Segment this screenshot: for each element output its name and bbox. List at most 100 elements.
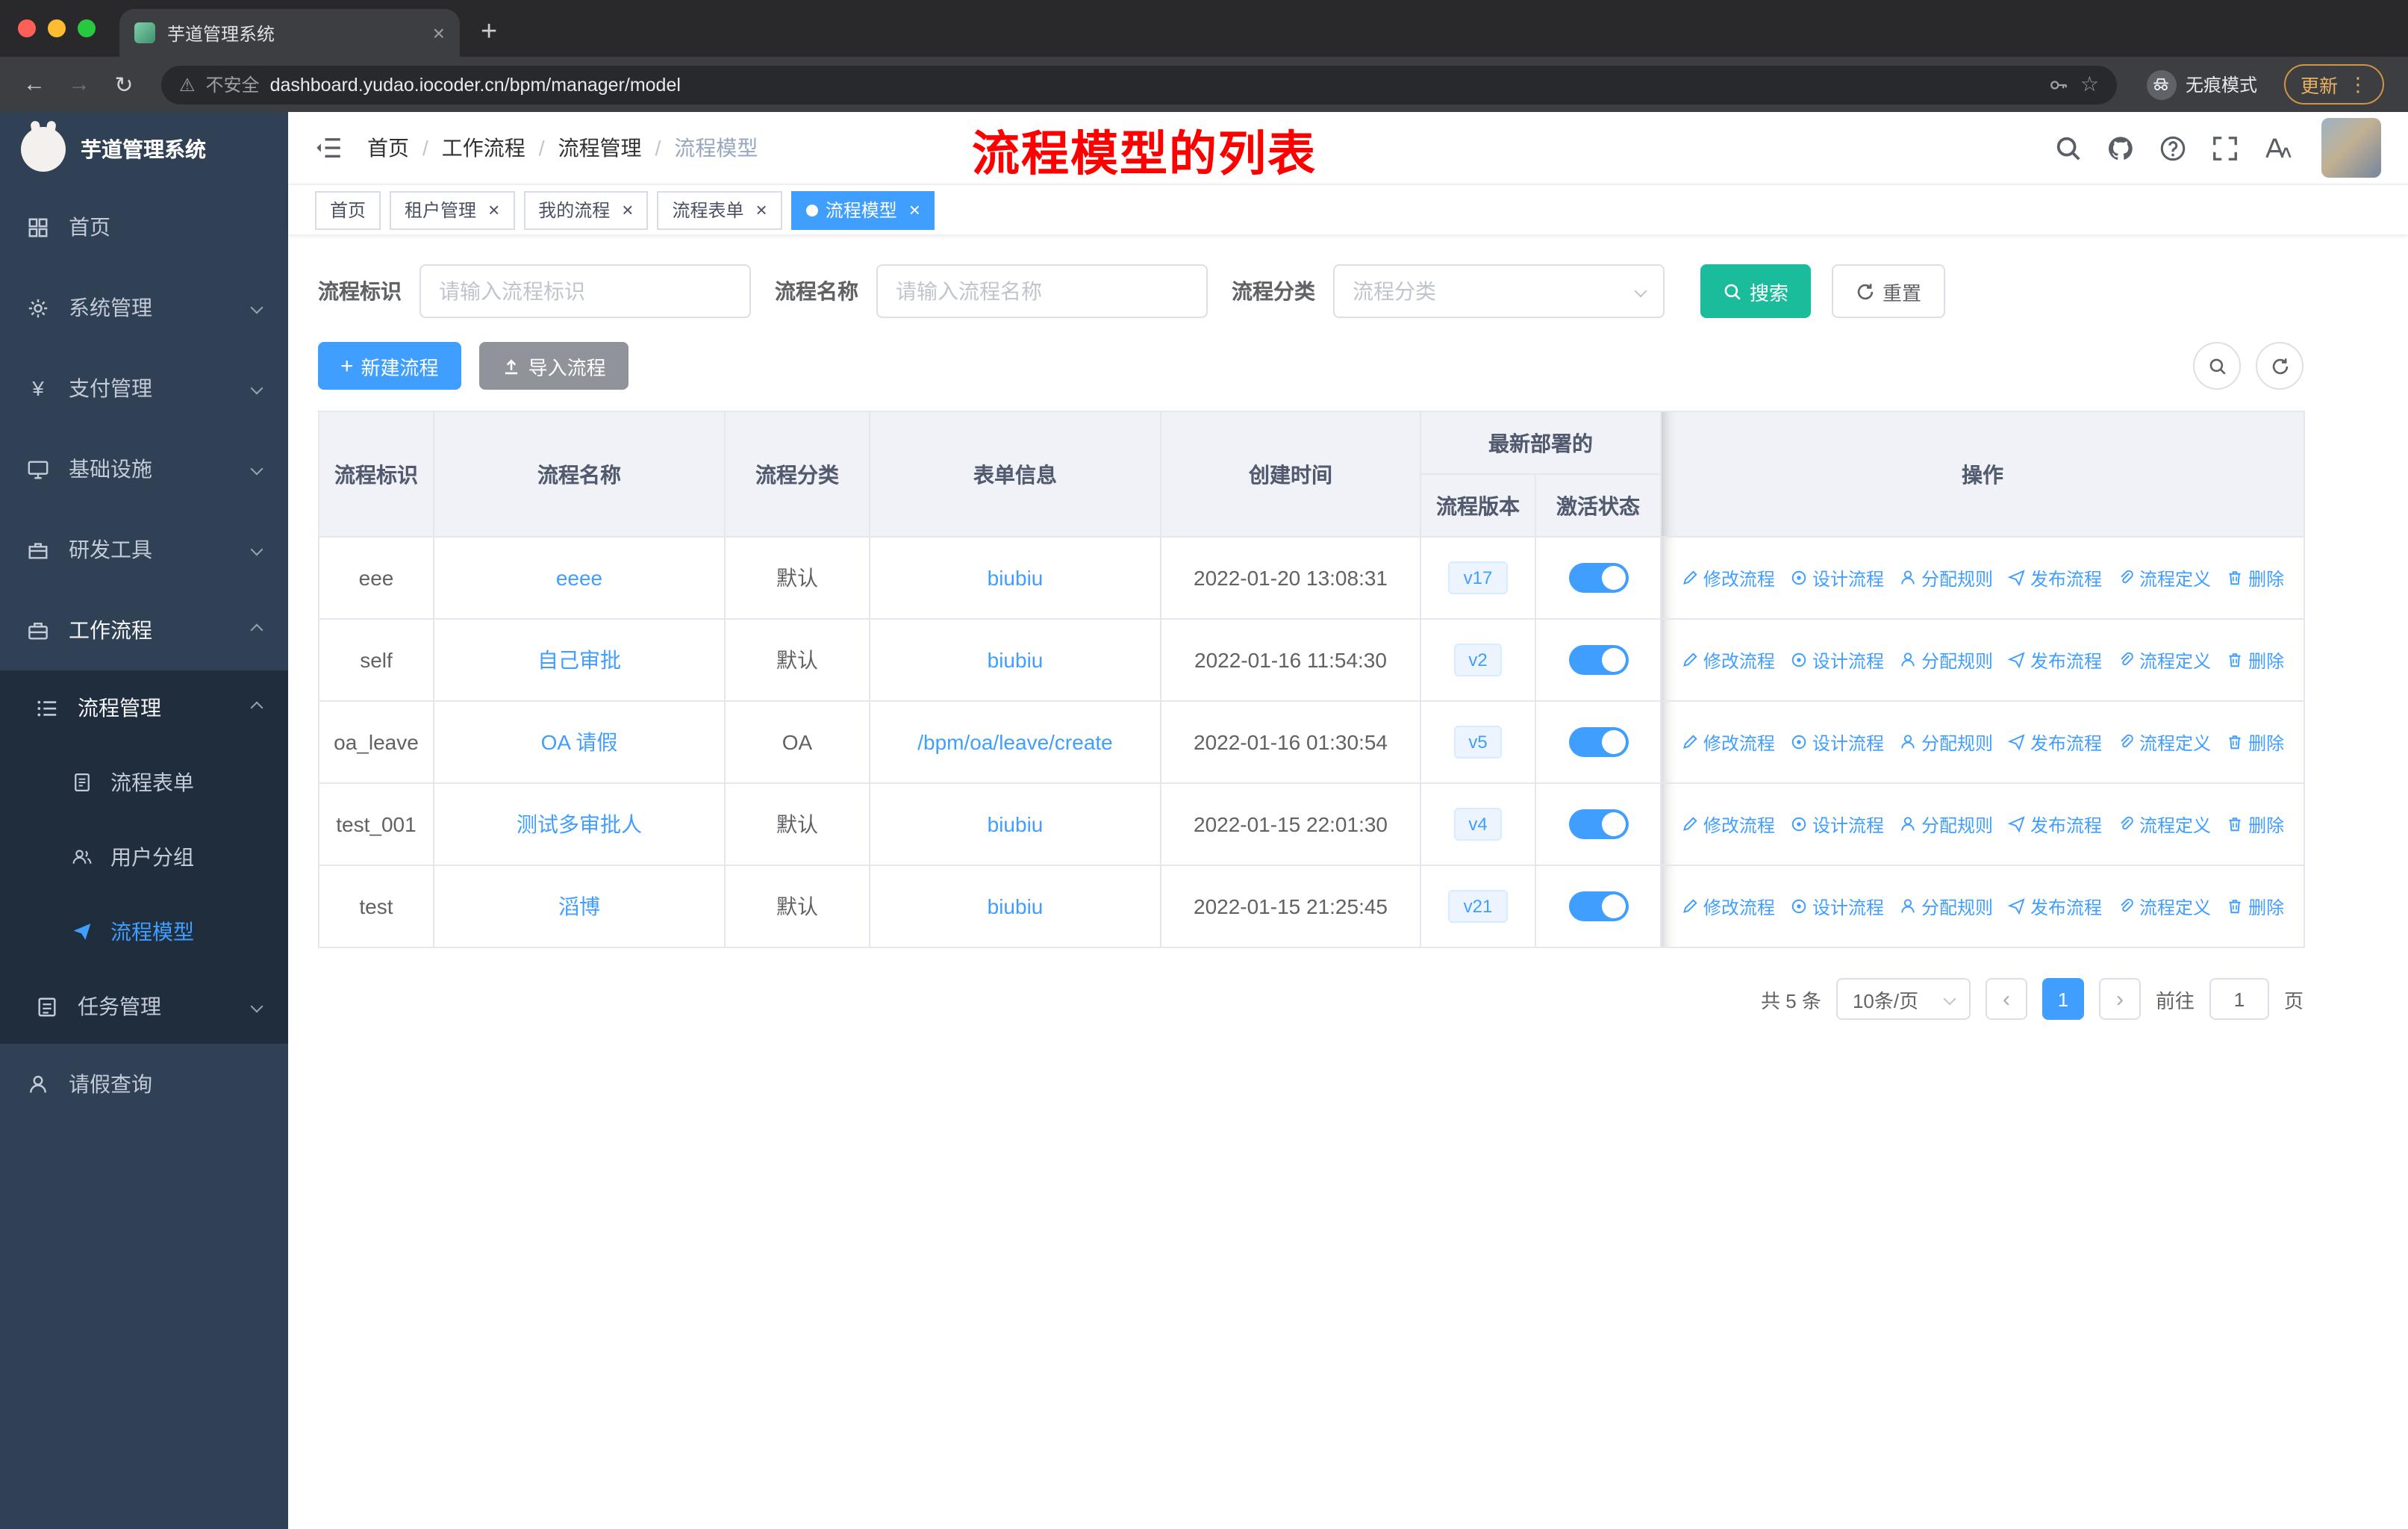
tag-home[interactable]: 首页 xyxy=(315,190,381,229)
form-info-link[interactable]: biubiu xyxy=(988,648,1044,672)
back-icon[interactable]: ← xyxy=(15,72,54,97)
action-definition-link[interactable]: 流程定义 xyxy=(2117,812,2211,837)
tag-process-form[interactable]: 流程表单 × xyxy=(657,190,782,229)
active-toggle[interactable] xyxy=(1568,645,1628,675)
action-assign-rule-link[interactable]: 分配规则 xyxy=(1899,729,1993,755)
reset-button[interactable]: 重置 xyxy=(1832,264,1946,318)
action-publish-link[interactable]: 发布流程 xyxy=(2008,647,2102,673)
action-edit-link[interactable]: 修改流程 xyxy=(1681,729,1775,755)
form-info-link[interactable]: biubiu xyxy=(988,812,1044,836)
tab-close-icon[interactable]: × xyxy=(433,21,445,45)
process-name-link[interactable]: 自己审批 xyxy=(537,648,621,672)
close-window-button[interactable] xyxy=(18,19,36,37)
sidebar-item-devtools[interactable]: 研发工具 xyxy=(0,509,288,590)
browser-tab[interactable]: 芋道管理系统 × xyxy=(119,9,460,57)
breadcrumb-workflow[interactable]: 工作流程 xyxy=(442,133,525,163)
action-design-link[interactable]: 设计流程 xyxy=(1790,894,1884,919)
close-icon[interactable]: × xyxy=(488,200,499,219)
browser-menu-icon[interactable]: ⋮ xyxy=(2348,72,2368,96)
action-publish-link[interactable]: 发布流程 xyxy=(2008,812,2102,837)
action-assign-rule-link[interactable]: 分配规则 xyxy=(1899,565,1993,591)
sidebar-item-infra[interactable]: 基础设施 xyxy=(0,429,288,509)
maximize-window-button[interactable] xyxy=(78,19,96,37)
process-name-link[interactable]: OA 请假 xyxy=(541,730,618,754)
security-label[interactable]: 不安全 xyxy=(206,72,260,97)
import-process-button[interactable]: 导入流程 xyxy=(478,342,628,390)
address-bar[interactable]: ⚠ 不安全 dashboard.yudao.iocoder.cn/bpm/man… xyxy=(161,65,2117,104)
sidebar-item-home[interactable]: 首页 xyxy=(0,187,288,267)
action-definition-link[interactable]: 流程定义 xyxy=(2117,894,2211,919)
github-icon[interactable] xyxy=(2106,134,2135,162)
current-page-button[interactable]: 1 xyxy=(2042,978,2084,1020)
action-publish-link[interactable]: 发布流程 xyxy=(2008,565,2102,591)
goto-page-input[interactable] xyxy=(2209,978,2269,1020)
key-icon[interactable] xyxy=(2049,74,2070,95)
close-icon[interactable]: × xyxy=(756,200,767,219)
user-avatar[interactable] xyxy=(2321,118,2381,178)
new-tab-button[interactable]: + xyxy=(481,16,497,49)
create-process-button[interactable]: + 新建流程 xyxy=(318,342,461,390)
action-definition-link[interactable]: 流程定义 xyxy=(2117,729,2211,755)
action-design-link[interactable]: 设计流程 xyxy=(1790,565,1884,591)
bookmark-star-icon[interactable]: ☆ xyxy=(2080,72,2099,97)
refresh-table-button[interactable] xyxy=(2256,342,2303,390)
minimize-window-button[interactable] xyxy=(48,19,66,37)
sidebar-fold-icon[interactable] xyxy=(315,134,342,161)
action-assign-rule-link[interactable]: 分配规则 xyxy=(1899,894,1993,919)
action-edit-link[interactable]: 修改流程 xyxy=(1681,894,1775,919)
sidebar-item-system[interactable]: 系统管理 xyxy=(0,267,288,348)
sidebar-item-process-model[interactable]: 流程模型 xyxy=(0,894,288,969)
action-delete-link[interactable]: 删除 xyxy=(2226,812,2284,837)
reload-icon[interactable]: ↻ xyxy=(105,71,143,98)
close-icon[interactable]: × xyxy=(622,200,633,219)
action-definition-link[interactable]: 流程定义 xyxy=(2117,647,2211,673)
form-info-link[interactable]: biubiu xyxy=(988,894,1044,918)
search-button[interactable]: 搜索 xyxy=(1700,264,1812,318)
page-size-select[interactable]: 10条/页 xyxy=(1835,978,1971,1020)
action-edit-link[interactable]: 修改流程 xyxy=(1681,565,1775,591)
process-name-link[interactable]: 滔博 xyxy=(558,894,600,918)
toggle-search-button[interactable] xyxy=(2193,342,2241,390)
action-design-link[interactable]: 设计流程 xyxy=(1790,729,1884,755)
forward-icon[interactable]: → xyxy=(60,72,99,97)
tag-tenant[interactable]: 租户管理 × xyxy=(390,190,515,229)
help-icon[interactable] xyxy=(2159,134,2187,162)
action-design-link[interactable]: 设计流程 xyxy=(1790,647,1884,673)
breadcrumb-home[interactable]: 首页 xyxy=(367,133,409,163)
sidebar-item-payment[interactable]: ¥ 支付管理 xyxy=(0,348,288,429)
active-toggle[interactable] xyxy=(1568,891,1628,921)
tag-my-process[interactable]: 我的流程 × xyxy=(523,190,649,229)
search-icon[interactable] xyxy=(2054,134,2083,162)
action-delete-link[interactable]: 删除 xyxy=(2226,729,2284,755)
form-info-link[interactable]: biubiu xyxy=(988,566,1044,590)
sidebar-item-process-mgmt[interactable]: 流程管理 xyxy=(0,670,288,745)
font-size-icon[interactable] xyxy=(2263,134,2292,162)
url-text[interactable]: dashboard.yudao.iocoder.cn/bpm/manager/m… xyxy=(270,74,2039,95)
process-key-input[interactable] xyxy=(419,264,751,318)
process-name-link[interactable]: eeee xyxy=(556,566,602,590)
browser-update-button[interactable]: 更新 ⋮ xyxy=(2283,64,2384,105)
action-assign-rule-link[interactable]: 分配规则 xyxy=(1899,812,1993,837)
action-assign-rule-link[interactable]: 分配规则 xyxy=(1899,647,1993,673)
sidebar-item-workflow[interactable]: 工作流程 xyxy=(0,590,288,670)
tag-process-model[interactable]: 流程模型 × xyxy=(790,190,935,229)
prev-page-button[interactable]: ‹ xyxy=(1985,978,2027,1020)
action-edit-link[interactable]: 修改流程 xyxy=(1681,812,1775,837)
sidebar-item-user-group[interactable]: 用户分组 xyxy=(0,820,288,894)
sidebar-item-task-mgmt[interactable]: 任务管理 xyxy=(0,969,288,1044)
process-name-input[interactable] xyxy=(876,264,1208,318)
active-toggle[interactable] xyxy=(1568,563,1628,593)
sidebar-item-process-form[interactable]: 流程表单 xyxy=(0,745,288,820)
action-edit-link[interactable]: 修改流程 xyxy=(1681,647,1775,673)
form-info-link[interactable]: /bpm/oa/leave/create xyxy=(917,730,1113,754)
active-toggle[interactable] xyxy=(1568,727,1628,757)
action-definition-link[interactable]: 流程定义 xyxy=(2117,565,2211,591)
fullscreen-icon[interactable] xyxy=(2211,134,2239,162)
process-category-select[interactable]: 流程分类 xyxy=(1333,264,1665,318)
action-delete-link[interactable]: 删除 xyxy=(2226,565,2284,591)
action-publish-link[interactable]: 发布流程 xyxy=(2008,894,2102,919)
breadcrumb-process-mgmt[interactable]: 流程管理 xyxy=(558,133,642,163)
action-delete-link[interactable]: 删除 xyxy=(2226,894,2284,919)
active-toggle[interactable] xyxy=(1568,809,1628,839)
sidebar-item-leave-query[interactable]: 请假查询 xyxy=(0,1044,288,1124)
